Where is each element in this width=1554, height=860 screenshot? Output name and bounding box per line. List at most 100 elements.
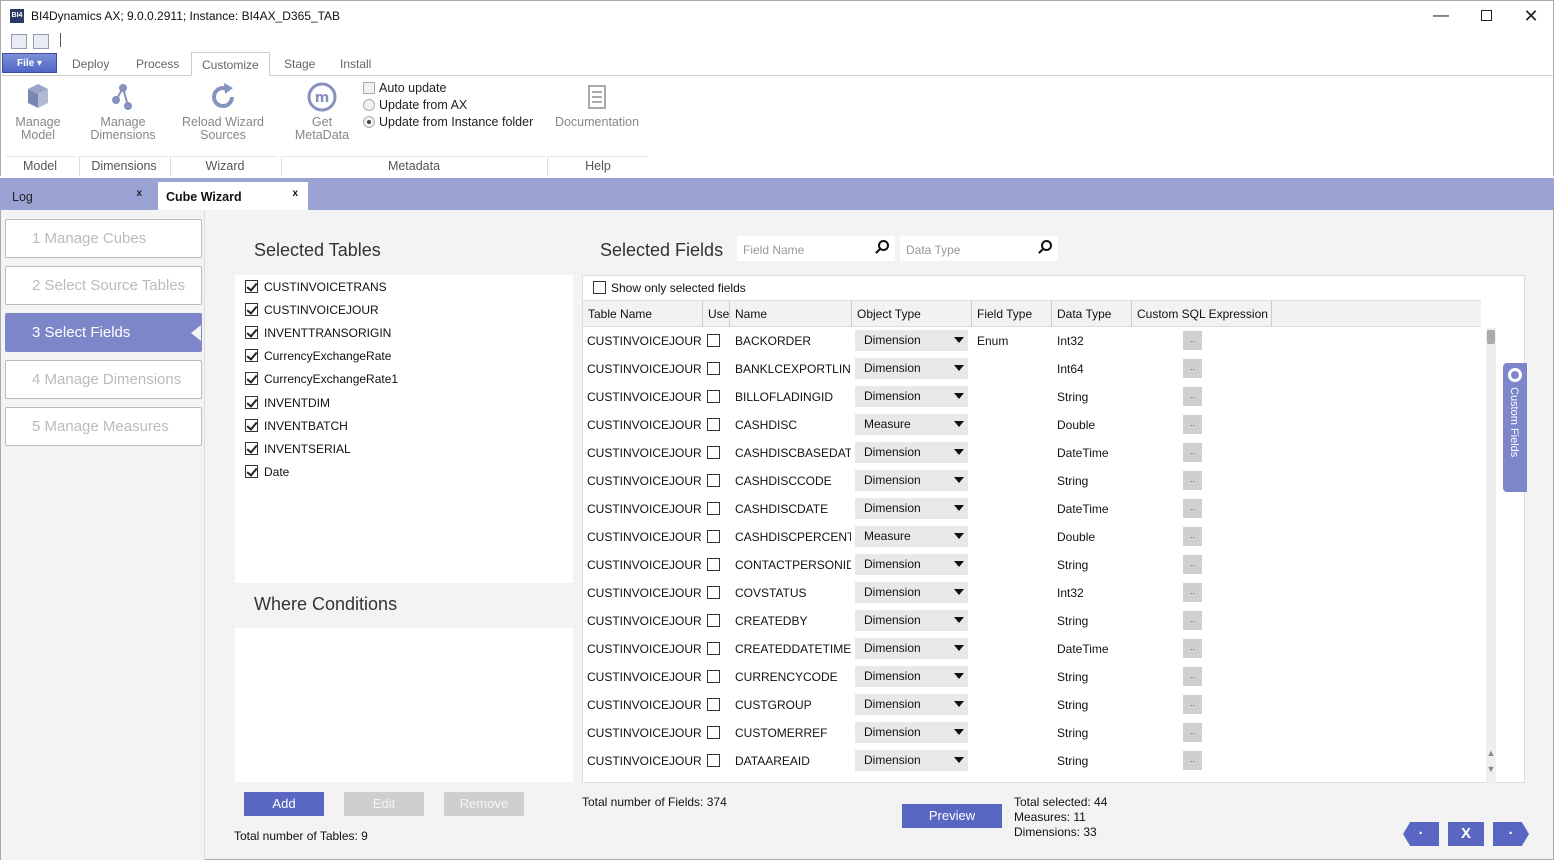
object-type-dropdown[interactable]: Dimension bbox=[855, 582, 968, 603]
close-log-tab-icon[interactable]: x bbox=[136, 188, 142, 199]
table-checkbox[interactable] bbox=[245, 280, 258, 293]
use-checkbox[interactable] bbox=[707, 586, 720, 599]
edit-sql-expression-button[interactable]: .. bbox=[1183, 387, 1202, 406]
manage-dimensions-button[interactable]: Manage Dimensions bbox=[87, 82, 159, 142]
table-row[interactable]: CUSTINVOICEJOUR CASHDISCPERCENT Measure Dou… bbox=[583, 523, 1481, 551]
edit-sql-expression-button[interactable]: .. bbox=[1183, 527, 1202, 546]
file-menu-button[interactable]: File ▾ bbox=[2, 53, 57, 73]
reload-wizard-sources-button[interactable]: Reload Wizard Sources bbox=[177, 82, 269, 142]
save-as-icon[interactable] bbox=[33, 34, 49, 49]
tab-deploy[interactable]: Deploy bbox=[72, 57, 109, 71]
step-manage-cubes[interactable]: 1 Manage Cubes bbox=[5, 219, 202, 258]
use-checkbox[interactable] bbox=[707, 334, 720, 347]
update-from-ax-radio-dot[interactable] bbox=[363, 99, 375, 111]
custom-fields-panel-toggle[interactable]: Custom Fields bbox=[1503, 363, 1527, 492]
table-item[interactable]: CurrencyExchangeRate bbox=[245, 349, 391, 363]
auto-update-checkbox[interactable]: Auto update bbox=[363, 81, 446, 95]
table-row[interactable]: CUSTINVOICEJOUR CREATEDBY Dimension String.… bbox=[583, 607, 1481, 635]
object-type-dropdown[interactable]: Dimension bbox=[855, 554, 968, 575]
table-checkbox[interactable] bbox=[245, 349, 258, 362]
use-checkbox[interactable] bbox=[707, 446, 720, 459]
step-select-fields[interactable]: 3 Select Fields bbox=[5, 313, 202, 352]
data-type-search[interactable]: Data Type bbox=[900, 236, 1058, 261]
edit-sql-expression-button[interactable]: .. bbox=[1183, 331, 1202, 350]
edit-sql-expression-button[interactable]: .. bbox=[1183, 695, 1202, 714]
add-condition-button[interactable]: Add bbox=[244, 792, 324, 816]
object-type-dropdown[interactable]: Dimension bbox=[855, 722, 968, 743]
table-checkbox[interactable] bbox=[245, 372, 258, 385]
use-checkbox[interactable] bbox=[707, 390, 720, 403]
edit-sql-expression-button[interactable]: .. bbox=[1183, 415, 1202, 434]
object-type-dropdown[interactable]: Dimension bbox=[855, 666, 968, 687]
close-cube-wizard-tab-icon[interactable]: x bbox=[292, 188, 298, 199]
table-row[interactable]: CUSTINVOICEJOUR CUSTGROUP Dimension String.… bbox=[583, 691, 1481, 719]
table-checkbox[interactable] bbox=[245, 442, 258, 455]
use-checkbox[interactable] bbox=[707, 362, 720, 375]
edit-sql-expression-button[interactable]: .. bbox=[1183, 611, 1202, 630]
minimize-button[interactable]: — bbox=[1418, 1, 1464, 32]
table-checkbox[interactable] bbox=[245, 419, 258, 432]
table-row[interactable]: CUSTINVOICEJOUR COVSTATUS Dimension Int32.. bbox=[583, 579, 1481, 607]
table-checkbox[interactable] bbox=[245, 396, 258, 409]
object-type-dropdown[interactable]: Dimension bbox=[855, 330, 968, 351]
edit-sql-expression-button[interactable]: .. bbox=[1183, 471, 1202, 490]
table-item[interactable]: CUSTINVOICETRANS bbox=[245, 280, 387, 294]
auto-update-box[interactable] bbox=[363, 82, 375, 94]
object-type-dropdown[interactable]: Dimension bbox=[855, 442, 968, 463]
table-row[interactable]: CUSTINVOICEJOUR BACKORDER Dimension Enum Int… bbox=[583, 327, 1481, 355]
save-icon[interactable] bbox=[11, 34, 27, 49]
use-checkbox[interactable] bbox=[707, 502, 720, 515]
use-checkbox[interactable] bbox=[707, 642, 720, 655]
previous-step-button[interactable]: · bbox=[1403, 822, 1439, 846]
use-checkbox[interactable] bbox=[707, 474, 720, 487]
use-checkbox[interactable] bbox=[707, 698, 720, 711]
close-window-button[interactable]: ✕ bbox=[1508, 1, 1554, 32]
table-row[interactable]: CUSTINVOICEJOUR CASHDISCBASEDATE Dimension… bbox=[583, 439, 1481, 467]
edit-condition-button[interactable]: Edit bbox=[344, 792, 424, 816]
manage-model-button[interactable]: Manage Model bbox=[9, 82, 67, 142]
column-header-field-type[interactable]: Field Type bbox=[972, 301, 1052, 327]
scroll-down-arrow-icon[interactable]: ▼ bbox=[1486, 764, 1496, 774]
table-item[interactable]: INVENTSERIAL bbox=[245, 442, 351, 456]
table-item[interactable]: CUSTINVOICEJOUR bbox=[245, 303, 379, 317]
table-row[interactable]: CUSTINVOICEJOUR CREATEDDATETIME Dimension D… bbox=[583, 635, 1481, 663]
use-checkbox[interactable] bbox=[707, 670, 720, 683]
show-only-selected-checkbox[interactable]: Show only selected fields bbox=[593, 281, 746, 295]
field-name-search[interactable]: Field Name bbox=[737, 236, 895, 261]
table-row[interactable]: CUSTINVOICEJOUR CASHDISCCODE Dimension Stri… bbox=[583, 467, 1481, 495]
step-manage-measures[interactable]: 5 Manage Measures bbox=[5, 407, 202, 446]
table-item[interactable]: INVENTTRANSORIGIN bbox=[245, 326, 391, 340]
maximize-button[interactable] bbox=[1463, 1, 1509, 32]
table-item[interactable]: INVENTDIM bbox=[245, 396, 330, 410]
object-type-dropdown[interactable]: Dimension bbox=[855, 610, 968, 631]
table-row[interactable]: CUSTINVOICEJOUR CONTACTPERSONID Dimension S… bbox=[583, 551, 1481, 579]
table-item[interactable]: CurrencyExchangeRate1 bbox=[245, 372, 398, 386]
edit-sql-expression-button[interactable]: .. bbox=[1183, 499, 1202, 518]
table-row[interactable]: CUSTINVOICEJOUR DATAAREAID Dimension String… bbox=[583, 747, 1481, 775]
edit-sql-expression-button[interactable]: .. bbox=[1183, 667, 1202, 686]
tab-install[interactable]: Install bbox=[340, 57, 371, 71]
column-header-data-type[interactable]: Data Type bbox=[1052, 301, 1132, 327]
edit-sql-expression-button[interactable]: .. bbox=[1183, 443, 1202, 462]
table-row[interactable]: CUSTINVOICEJOUR CASHDISCDATE Dimension Date… bbox=[583, 495, 1481, 523]
column-header-table-name[interactable]: Table Name bbox=[583, 301, 703, 327]
step-select-source-tables[interactable]: 2 Select Source Tables bbox=[5, 266, 202, 305]
table-row[interactable]: CUSTINVOICEJOUR CASHDISC Measure Double.. bbox=[583, 411, 1481, 439]
table-row[interactable]: CUSTINVOICEJOUR CUSTOMERREF Dimension Strin… bbox=[583, 719, 1481, 747]
edit-sql-expression-button[interactable]: .. bbox=[1183, 359, 1202, 378]
preview-button[interactable]: Preview bbox=[902, 804, 1002, 828]
table-checkbox[interactable] bbox=[245, 465, 258, 478]
object-type-dropdown[interactable]: Dimension bbox=[855, 470, 968, 491]
remove-condition-button[interactable]: Remove bbox=[444, 792, 524, 816]
tab-process[interactable]: Process bbox=[136, 57, 179, 71]
object-type-dropdown[interactable]: Measure bbox=[855, 414, 968, 435]
tab-customize[interactable]: Customize bbox=[191, 52, 270, 76]
get-metadata-button[interactable]: m Get MetaData bbox=[291, 82, 353, 142]
column-header-name[interactable]: Name bbox=[730, 301, 852, 327]
edit-sql-expression-button[interactable]: .. bbox=[1183, 555, 1202, 574]
object-type-dropdown[interactable]: Dimension bbox=[855, 694, 968, 715]
column-header-use[interactable]: Use bbox=[703, 301, 730, 327]
cancel-wizard-button[interactable]: X bbox=[1448, 822, 1484, 846]
edit-sql-expression-button[interactable]: .. bbox=[1183, 583, 1202, 602]
object-type-dropdown[interactable]: Dimension bbox=[855, 386, 968, 407]
